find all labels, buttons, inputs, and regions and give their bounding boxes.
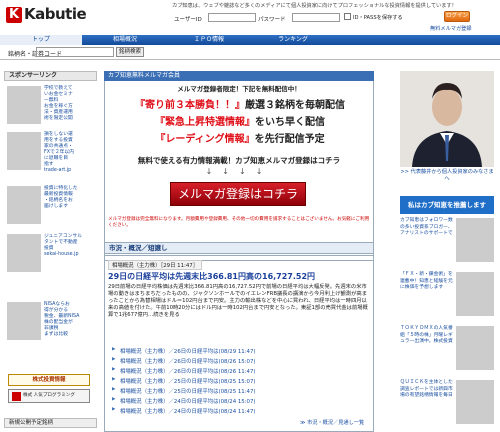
contents-banner[interactable]: 株式 人気プログラミング bbox=[8, 389, 90, 403]
ad-thumbnail bbox=[7, 302, 41, 340]
recommender-item[interactable]: ＱＵＩＣＫを主体とした調査レポートでは新興市場の有望銘柄情報を毎日 bbox=[400, 380, 494, 430]
market-body: 29日前場の日経平均株価は先週末比366.81円高の16,727.52円で前場の… bbox=[108, 284, 368, 318]
market-list-item[interactable]: 相場概況（主力株）／24日の日経平均は(08/24 11:47) bbox=[112, 407, 255, 415]
tagline: カブ知恵は、ウェブや雑誌など多くのメディアにて個人投資家に向けてプロフェッショナ… bbox=[172, 3, 457, 9]
recommender-text: カブ知恵はフォロワー数の多い投資系ブロガー、アナリストのサポートで bbox=[400, 218, 453, 236]
ad-text: 投資に特化した 最新投資情報 ・銘柄名をお 届けします bbox=[44, 186, 78, 209]
stock-search-button[interactable]: 銘柄検索 bbox=[116, 47, 144, 57]
save-login-checkbox[interactable] bbox=[344, 13, 351, 20]
recommender-photo bbox=[456, 218, 494, 262]
ad-thumbnail bbox=[7, 86, 41, 124]
recommender-text: 「ＦＸ・新・錬金術」を連載中！知恵と経験を元に株価を予想します bbox=[400, 272, 453, 290]
market-list-item[interactable]: 相場概況（主力株）／24日の日経平均は(08/24 15:07) bbox=[112, 397, 255, 405]
password-input[interactable] bbox=[292, 13, 340, 22]
stock-info-banner[interactable]: 株式投資情報 bbox=[8, 374, 90, 386]
save-login-label: ID・PASSを保存する bbox=[353, 15, 403, 21]
contents-banner-text: 株式 人気プログラミング bbox=[23, 393, 75, 398]
nav-market[interactable]: 相場概況 bbox=[84, 35, 166, 45]
userid-input[interactable] bbox=[208, 13, 256, 22]
mailmag-feature: 『レーディング情報』を先行配信予定 bbox=[110, 130, 370, 145]
sponsor-ad[interactable]: NISAならお 得が分かる 税金、最新NISA 株の配当金が 非課税 まずは比較 bbox=[4, 300, 97, 360]
ad-text: 損をしない運 用をする投資 家の共通点・ FXで２年以内 に退職を目 指す trade-ar… bbox=[44, 132, 75, 173]
mailmag-feature-rest: をいち早く配信 bbox=[255, 117, 325, 128]
mailmag-feature: 『寄り前３本勝負！！』厳選３銘柄を毎朝配信 bbox=[110, 96, 370, 111]
mailmag-feature-em: 『レーディング情報』 bbox=[155, 134, 255, 145]
recommender-photo bbox=[456, 272, 494, 316]
mailmag-note: メルマガ登録は完全無料になります。月額費用や登録費用、その他一切の費用を請求する… bbox=[108, 217, 370, 228]
recommender-photo bbox=[456, 326, 494, 370]
mailmag-feature-rest: を先行配信予定 bbox=[254, 134, 325, 145]
representative-photo[interactable] bbox=[400, 71, 494, 167]
main-nav: トップ 相場概況 ＩＰＯ情報 ランキング bbox=[0, 35, 500, 45]
logo-text: Kabutie bbox=[24, 5, 87, 23]
ad-text: ジュニアコンサル タントで不動産 投資 sekai-house.jp bbox=[44, 234, 83, 257]
market-more-link[interactable]: ≫ 市況・概況／見通し一覧 bbox=[300, 419, 364, 426]
mailmag-feature-rest: 厳選３銘柄を毎朝配信 bbox=[245, 100, 345, 111]
mailmag-feature: 『緊急上昇特選情報』をいち早く配信 bbox=[110, 113, 370, 128]
mailmag-free-text: 無料で使える有力情報満載！カブ知恵メルマガ登録はコチラ bbox=[137, 156, 341, 165]
nav-top[interactable]: トップ bbox=[0, 35, 82, 45]
market-list-item[interactable]: 相場概況（主力株）／26日の日経平均は(08/29 11:47) bbox=[112, 347, 255, 355]
recommender-item[interactable]: 「ＦＸ・新・錬金術」を連載中！知恵と経験を元に株価を予想します bbox=[400, 272, 494, 326]
nav-ipo[interactable]: ＩＰＯ情報 bbox=[168, 35, 250, 45]
recommender-text: ＱＵＩＣＫを主体とした調査レポートでは新興市場の有望銘柄情報を毎日 bbox=[400, 380, 453, 398]
market-list-item[interactable]: 相場概況（主力株）／26日の日経平均は(08/26 15:07) bbox=[112, 357, 255, 365]
ad-thumbnail bbox=[7, 234, 41, 272]
recommender-item[interactable]: カブ知恵はフォロワー数の多い投資系ブロガー、アナリストのサポートで bbox=[400, 218, 494, 272]
new-ipo-title: 新規公開予定銘柄 bbox=[4, 418, 97, 428]
password-label: パスワード bbox=[258, 17, 286, 23]
sponsor-link-title: スポンサーリンク bbox=[4, 71, 97, 81]
market-section-title: 市況・概況／短譲し bbox=[104, 242, 374, 254]
mailmag-register-link[interactable]: 無料メルマガ登録 bbox=[430, 25, 472, 32]
down-arrows-icon: ↓↓↓↓ bbox=[205, 167, 273, 176]
recommender-text: ＴＯＫＹＯＭＸの人気番組「５時の株」月曜レギュラー出演中。株式投資 bbox=[400, 326, 453, 344]
kabutie-logo[interactable]: K Kabutie bbox=[6, 4, 87, 26]
mailmag-feature-em: 『緊急上昇特選情報』 bbox=[155, 117, 255, 128]
ad-thumbnail bbox=[7, 186, 41, 224]
stock-code-input[interactable] bbox=[36, 47, 114, 57]
userid-label: ユーザーID bbox=[174, 17, 202, 23]
representative-caption[interactable]: >> 代表藤井から個人投資家のみなさまへ bbox=[400, 169, 494, 183]
mailmag-feature-em: 『寄り前３本勝負！！』 bbox=[135, 100, 245, 111]
sponsor-ad[interactable]: 投資に特化した 最新投資情報 ・銘柄名をお 届けします bbox=[4, 184, 97, 228]
recommend-title: 私はカブ知恵を推薦します bbox=[400, 196, 494, 214]
recommender-photo bbox=[456, 380, 494, 424]
ad-text: NISAならお 得が分かる 税金、最新NISA 株の配当金が 非課税 まずは比較 bbox=[44, 302, 80, 337]
market-meta: 相場概況（主力株）［29日 11:47］ bbox=[108, 260, 203, 270]
market-list-item[interactable]: 相場概況（主力株）／25日の日経平均は(08/25 11:47) bbox=[112, 387, 255, 395]
sponsor-ad[interactable]: 損をしない運 用をする投資 家の共通点・ FXで２年以内 に退職を目 指す trade-ar… bbox=[4, 130, 97, 182]
logo-mark: K bbox=[6, 7, 22, 23]
mailmag-lead: メルマガ登録者限定！下記を無料配信中！ bbox=[177, 85, 301, 93]
market-list-item[interactable]: 相場概況（主力株）／25日の日経平均は(08/25 15:07) bbox=[112, 377, 255, 385]
sponsor-ad[interactable]: ジュニアコンサル タントで不動産 投資 sekai-house.jp bbox=[4, 232, 97, 294]
recommender-item[interactable]: ＴＯＫＹＯＭＸの人気番組「５時の株」月曜レギュラー出演中。株式投資 bbox=[400, 326, 494, 380]
mailmag-title: カブ知恵無料メルマガ会員 bbox=[104, 71, 374, 81]
nav-ranking[interactable]: ランキング bbox=[252, 35, 334, 45]
ad-text: 学校で教えて いお金セミナ ー無料 お金を稼ぐ方 法・資産運用 術を限定公開 bbox=[44, 86, 73, 121]
ad-thumbnail bbox=[7, 132, 41, 170]
mailmag-register-button[interactable]: メルマガ登録はコチラ bbox=[170, 182, 306, 206]
banner-icon bbox=[12, 392, 21, 401]
login-button[interactable]: ログイン bbox=[444, 11, 470, 22]
market-list-item[interactable]: 相場概況（主力株）／26日の日経平均は(08/26 11:47) bbox=[112, 367, 255, 375]
sponsor-ad[interactable]: 学校で教えて いお金セミナ ー無料 お金を稼ぐ方 法・資産運用 術を限定公開 bbox=[4, 84, 97, 128]
market-headline[interactable]: 29日の日経平均は先週末比366.81円高の16,727.52円 bbox=[108, 271, 315, 282]
